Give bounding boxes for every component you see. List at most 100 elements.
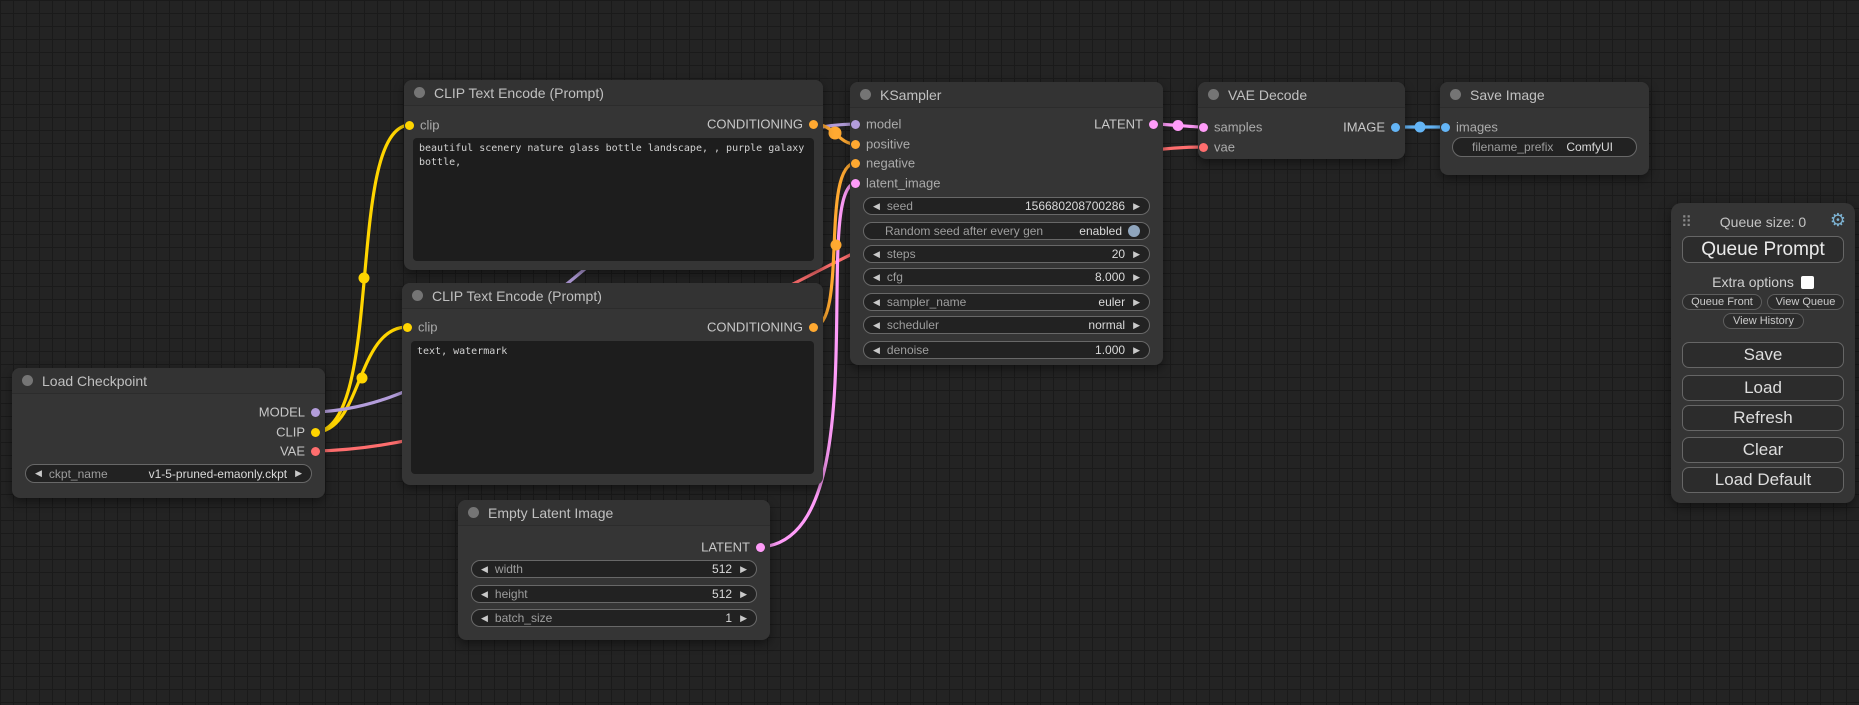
input-port-clip[interactable]	[405, 121, 414, 130]
decrement-arrow-icon[interactable]: ◀	[873, 273, 880, 282]
node-load-checkpoint[interactable]: Load Checkpoint MODEL CLIP VAE ◀ ckpt_na…	[12, 368, 325, 498]
input-port-samples[interactable]	[1199, 123, 1208, 132]
node-clip-text-encode-positive[interactable]: CLIP Text Encode (Prompt) clip CONDITION…	[404, 80, 823, 270]
queue-prompt-button[interactable]: Queue Prompt	[1682, 236, 1844, 263]
positive-prompt-textarea[interactable]: beautiful scenery nature glass bottle la…	[413, 138, 814, 261]
seed-widget[interactable]: ◀ seed 156680208700286 ▶	[863, 197, 1150, 215]
node-title: CLIP Text Encode (Prompt)	[432, 288, 602, 304]
decrement-arrow-icon[interactable]: ◀	[873, 250, 880, 259]
output-port-vae[interactable]	[311, 447, 320, 456]
cfg-widget[interactable]: ◀ cfg 8.000 ▶	[863, 268, 1150, 286]
node-save-image[interactable]: Save Image images filename_prefix ComfyU…	[1440, 82, 1649, 175]
input-port-negative[interactable]	[851, 159, 860, 168]
ckpt-name-widget[interactable]: ◀ ckpt_name v1-5-pruned-emaonly.ckpt ▶	[25, 464, 312, 483]
extra-options-row: Extra options	[1671, 274, 1855, 290]
collapse-dot-icon[interactable]	[860, 89, 871, 100]
decrement-arrow-icon[interactable]: ◀	[873, 321, 880, 330]
denoise-widget[interactable]: ◀ denoise 1.000 ▶	[863, 341, 1150, 359]
output-port-model[interactable]	[311, 408, 320, 417]
sampler-name-widget[interactable]: ◀ sampler_name euler ▶	[863, 293, 1150, 311]
collapse-dot-icon[interactable]	[1208, 89, 1219, 100]
filename-prefix-widget[interactable]: filename_prefix ComfyUI	[1452, 137, 1637, 157]
output-port-image[interactable]	[1391, 123, 1400, 132]
decrement-arrow-icon[interactable]: ◀	[873, 346, 880, 355]
increment-arrow-icon[interactable]: ▶	[740, 614, 747, 623]
save-button[interactable]: Save	[1682, 342, 1844, 368]
load-button[interactable]: Load	[1682, 375, 1844, 401]
node-header[interactable]: Empty Latent Image	[458, 500, 770, 526]
wire-midpoint-dot	[359, 273, 370, 284]
increment-arrow-icon[interactable]: ▶	[1133, 250, 1140, 259]
scheduler-widget[interactable]: ◀ scheduler normal ▶	[863, 316, 1150, 334]
gear-icon[interactable]: ⚙	[1830, 211, 1846, 229]
load-default-button[interactable]: Load Default	[1682, 467, 1844, 493]
increment-arrow-icon[interactable]: ▶	[1133, 298, 1140, 307]
decrement-arrow-icon[interactable]: ◀	[873, 298, 880, 307]
increment-arrow-icon[interactable]: ▶	[1133, 321, 1140, 330]
increment-arrow-icon[interactable]: ▶	[1133, 202, 1140, 211]
input-port-images[interactable]	[1441, 123, 1450, 132]
input-port-positive[interactable]	[851, 140, 860, 149]
node-clip-text-encode-negative[interactable]: CLIP Text Encode (Prompt) clip CONDITION…	[402, 283, 823, 485]
increment-arrow-icon[interactable]: ▶	[1133, 346, 1140, 355]
input-label-latent-image: latent_image	[866, 176, 940, 191]
input-port-latent-image[interactable]	[851, 179, 860, 188]
widget-label: steps	[887, 247, 916, 261]
height-widget[interactable]: ◀ height 512 ▶	[471, 585, 757, 603]
decrement-arrow-icon[interactable]: ◀	[481, 614, 488, 623]
clear-button[interactable]: Clear	[1682, 437, 1844, 463]
batch-size-widget[interactable]: ◀ batch_size 1 ▶	[471, 609, 757, 627]
output-port-latent[interactable]	[756, 543, 765, 552]
increment-arrow-icon[interactable]: ▶	[1133, 273, 1140, 282]
output-label-image: IMAGE	[1343, 120, 1385, 135]
view-history-button[interactable]: View History	[1723, 313, 1804, 329]
canvas[interactable]: { "colors": { "model": "#B39DDB", "clip"…	[0, 0, 1859, 705]
widget-label: cfg	[887, 270, 903, 284]
collapse-dot-icon[interactable]	[1450, 89, 1461, 100]
extra-options-checkbox[interactable]	[1801, 276, 1814, 289]
node-header[interactable]: Save Image	[1440, 82, 1649, 108]
node-vae-decode[interactable]: VAE Decode samples vae IMAGE	[1198, 82, 1405, 159]
node-header[interactable]: KSampler	[850, 82, 1163, 108]
output-port-conditioning[interactable]	[809, 120, 818, 129]
collapse-dot-icon[interactable]	[412, 290, 423, 301]
decrement-arrow-icon[interactable]: ◀	[873, 202, 880, 211]
collapse-dot-icon[interactable]	[22, 375, 33, 386]
refresh-button[interactable]: Refresh	[1682, 405, 1844, 431]
wire-midpoint-dot	[829, 127, 842, 140]
widget-label: filename_prefix	[1472, 140, 1553, 154]
node-title: Load Checkpoint	[42, 373, 147, 389]
node-header[interactable]: Load Checkpoint	[12, 368, 325, 394]
queue-front-button[interactable]: Queue Front	[1682, 294, 1762, 310]
steps-widget[interactable]: ◀ steps 20 ▶	[863, 245, 1150, 263]
output-label-latent: LATENT	[1094, 117, 1143, 132]
node-header[interactable]: VAE Decode	[1198, 82, 1405, 108]
node-header[interactable]: CLIP Text Encode (Prompt)	[402, 283, 823, 309]
toggle-icon[interactable]	[1128, 225, 1140, 237]
input-port-vae[interactable]	[1199, 143, 1208, 152]
node-header[interactable]: CLIP Text Encode (Prompt)	[404, 80, 823, 106]
width-widget[interactable]: ◀ width 512 ▶	[471, 560, 757, 578]
widget-value: v1-5-pruned-emaonly.ckpt	[149, 467, 288, 481]
decrement-arrow-icon[interactable]: ◀	[35, 469, 42, 478]
widget-label: seed	[887, 199, 913, 213]
widget-value: 8.000	[1095, 270, 1125, 284]
decrement-arrow-icon[interactable]: ◀	[481, 565, 488, 574]
collapse-dot-icon[interactable]	[414, 87, 425, 98]
negative-prompt-textarea[interactable]: text, watermark	[411, 341, 814, 474]
collapse-dot-icon[interactable]	[468, 507, 479, 518]
increment-arrow-icon[interactable]: ▶	[740, 565, 747, 574]
queue-panel[interactable]: ⠿ Queue size: 0 ⚙ Queue Prompt Extra opt…	[1671, 203, 1855, 503]
output-port-latent[interactable]	[1149, 120, 1158, 129]
node-empty-latent-image[interactable]: Empty Latent Image LATENT ◀ width 512 ▶ …	[458, 500, 770, 640]
input-port-model[interactable]	[851, 120, 860, 129]
output-port-clip[interactable]	[311, 428, 320, 437]
random-seed-toggle-widget[interactable]: Random seed after every gen enabled	[863, 222, 1150, 240]
decrement-arrow-icon[interactable]: ◀	[481, 590, 488, 599]
node-ksampler[interactable]: KSampler model positive negative latent_…	[850, 82, 1163, 365]
increment-arrow-icon[interactable]: ▶	[740, 590, 747, 599]
output-port-conditioning[interactable]	[809, 323, 818, 332]
input-port-clip[interactable]	[403, 323, 412, 332]
view-queue-button[interactable]: View Queue	[1767, 294, 1844, 310]
increment-arrow-icon[interactable]: ▶	[295, 469, 302, 478]
